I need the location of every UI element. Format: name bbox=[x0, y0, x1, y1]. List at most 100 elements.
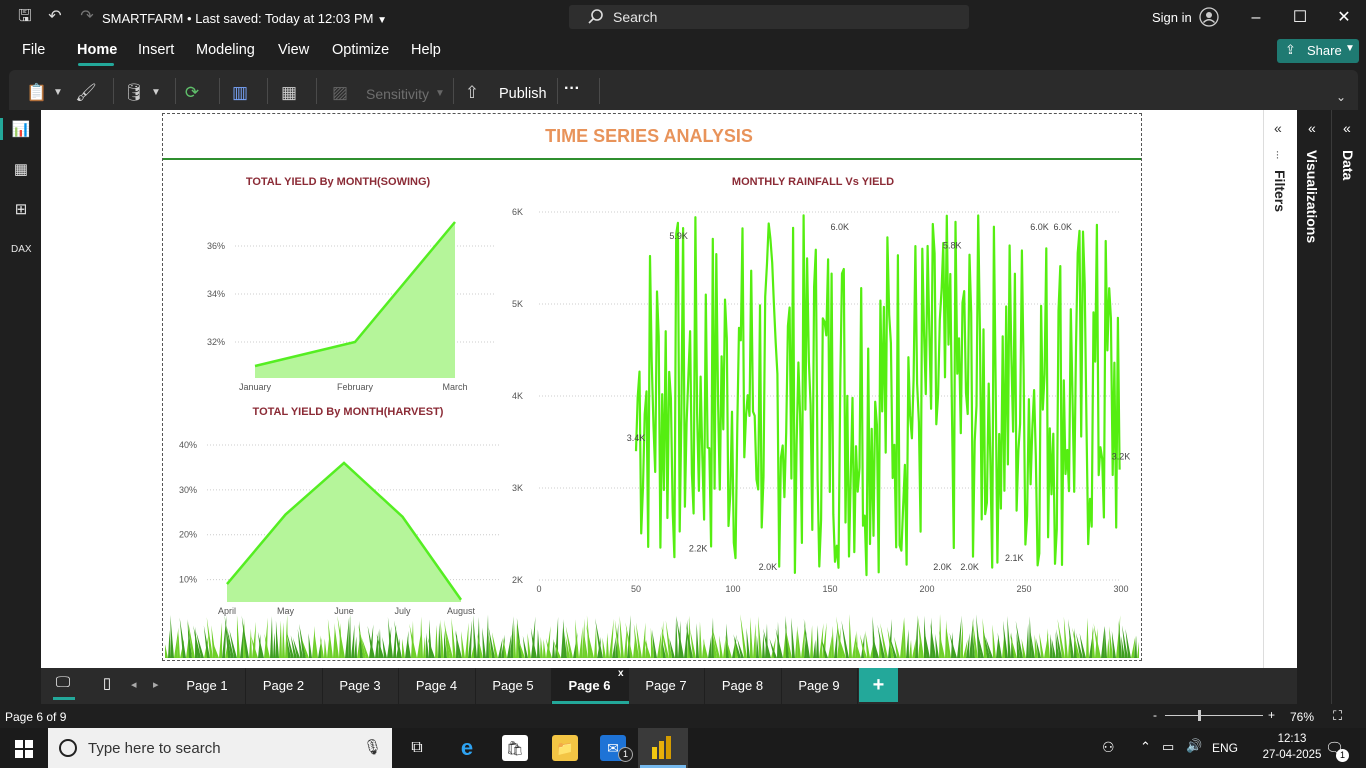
grass-blade bbox=[417, 634, 421, 658]
expand-visualizations-icon[interactable]: « bbox=[1308, 120, 1316, 136]
menu-insert[interactable]: Insert bbox=[138, 42, 174, 58]
search-input[interactable]: Search bbox=[569, 5, 969, 29]
zoom-slider-thumb[interactable] bbox=[1198, 710, 1201, 721]
battery-icon[interactable]: ▭ bbox=[1162, 739, 1174, 755]
document-title[interactable]: SMARTFARM • Last saved: Today at 12:03 P… bbox=[102, 11, 387, 26]
publish-icon[interactable]: ⇧ bbox=[461, 82, 483, 104]
previous-page-icon[interactable]: ◂ bbox=[131, 678, 137, 691]
format-painter-icon[interactable]: 🖌 bbox=[75, 82, 97, 104]
page-tab-4[interactable]: Page 4 bbox=[399, 668, 476, 704]
page-tab-2[interactable]: Page 2 bbox=[246, 668, 323, 704]
publish-button[interactable]: Publish bbox=[499, 86, 547, 102]
redo-icon[interactable]: ↷ bbox=[78, 8, 96, 26]
desktop-layout-icon[interactable]: 🖵 bbox=[51, 674, 75, 696]
fit-to-page-icon[interactable]: ⛶ bbox=[1333, 708, 1342, 724]
menu-file[interactable]: File bbox=[22, 42, 45, 58]
grass-blade bbox=[486, 614, 489, 658]
next-page-icon[interactable]: ▸ bbox=[153, 678, 159, 691]
page-tab-3[interactable]: Page 3 bbox=[322, 668, 399, 704]
data-label: Data bbox=[1340, 150, 1356, 181]
new-measure-icon[interactable]: ▦ bbox=[278, 82, 300, 104]
rainfall-xtick-label: 200 bbox=[919, 584, 934, 594]
add-page-button[interactable]: + bbox=[859, 668, 898, 702]
grass-blade bbox=[816, 625, 819, 658]
page-tab-8[interactable]: Page 8 bbox=[705, 668, 782, 704]
refresh-icon[interactable]: ⟳ bbox=[181, 82, 203, 104]
zoom-out-button[interactable]: - bbox=[1153, 708, 1157, 722]
undo-icon[interactable]: ↶ bbox=[46, 8, 64, 26]
share-icon: ⇪ bbox=[1285, 42, 1296, 57]
grass-blade bbox=[402, 638, 405, 658]
volume-icon[interactable]: 🔊 bbox=[1186, 738, 1202, 754]
chevron-down-icon: ▼ bbox=[1345, 43, 1355, 54]
share-button[interactable]: ⇪ Share ▼ bbox=[1277, 39, 1359, 63]
grass-blade bbox=[543, 639, 546, 658]
microphone-icon[interactable]: 🎙 bbox=[363, 738, 382, 756]
more-options-button[interactable]: ··· bbox=[564, 80, 580, 98]
grass-blade bbox=[219, 622, 223, 658]
grass-decoration bbox=[165, 614, 1139, 658]
mobile-layout-icon[interactable]: ▯ bbox=[98, 674, 116, 696]
grass-blade bbox=[594, 626, 597, 658]
grass-blade bbox=[1029, 616, 1032, 658]
dax-query-view-icon[interactable]: DAX bbox=[11, 240, 32, 260]
page-tab-5[interactable]: Page 5 bbox=[475, 668, 552, 704]
page-tab-1[interactable]: Page 1 bbox=[169, 668, 246, 704]
close-button[interactable]: ✕ bbox=[1334, 8, 1354, 28]
expand-data-icon[interactable]: « bbox=[1343, 120, 1351, 136]
zoom-slider[interactable] bbox=[1165, 715, 1263, 716]
file-name: SMARTFARM bbox=[102, 11, 184, 26]
report-view-icon[interactable]: 📊 bbox=[11, 120, 31, 140]
page-tab-9[interactable]: Page 9 bbox=[781, 668, 858, 704]
menu-home[interactable]: Home bbox=[77, 42, 117, 58]
visualizations-pane[interactable]: « Visualizations bbox=[1297, 110, 1331, 704]
grass-blade bbox=[791, 617, 795, 658]
filters-pane[interactable]: « ⫶ Filters bbox=[1263, 110, 1297, 668]
sowing-xtick-label: January bbox=[239, 382, 272, 392]
grass-blade bbox=[675, 615, 678, 658]
grass-blade bbox=[992, 624, 996, 658]
clock[interactable]: 12:13 27-04-2025 bbox=[1262, 731, 1322, 763]
menu-view[interactable]: View bbox=[278, 42, 309, 58]
sowing-ytick-label: 32% bbox=[207, 337, 225, 347]
table-view-icon[interactable]: ▦ bbox=[11, 160, 31, 180]
collapse-ribbon-icon[interactable]: ⌄ bbox=[1336, 90, 1346, 104]
title-bar: 🖫 ↶ ↷ SMARTFARM • Last saved: Today at 1… bbox=[0, 0, 1366, 36]
data-pane[interactable]: « Data bbox=[1331, 110, 1366, 704]
maximize-button[interactable]: ☐ bbox=[1290, 8, 1310, 28]
get-data-icon[interactable]: 🛢 bbox=[123, 82, 145, 104]
model-view-icon[interactable]: ⊞ bbox=[11, 200, 31, 220]
language-indicator[interactable]: ENG bbox=[1212, 741, 1238, 755]
minimize-button[interactable]: – bbox=[1246, 8, 1266, 28]
save-icon[interactable]: 🖫 bbox=[16, 8, 34, 26]
rainfall-xtick-label: 100 bbox=[725, 584, 740, 594]
harvest-ytick-label: 20% bbox=[179, 530, 197, 540]
account-icon[interactable] bbox=[1199, 7, 1219, 27]
people-icon[interactable]: ⚇ bbox=[1102, 739, 1115, 756]
sign-in-link[interactable]: Sign in bbox=[1152, 10, 1192, 25]
expand-filters-icon[interactable]: « bbox=[1274, 120, 1282, 136]
zoom-in-button[interactable]: + bbox=[1268, 708, 1275, 722]
new-visual-icon[interactable]: ▥ bbox=[229, 82, 251, 104]
active-view-indicator bbox=[0, 118, 3, 140]
show-hidden-icons[interactable]: ⌃ bbox=[1140, 739, 1151, 755]
edge-browser-icon[interactable]: e bbox=[454, 735, 480, 761]
chevron-down-icon[interactable]: ▼ bbox=[47, 82, 69, 104]
grass-blade bbox=[602, 637, 606, 658]
close-page-tab-button[interactable]: x bbox=[618, 656, 624, 692]
grass-blade bbox=[887, 626, 894, 658]
grass-blade bbox=[354, 636, 357, 658]
taskbar-search-input[interactable]: Type here to search 🎙 bbox=[48, 728, 392, 768]
file-explorer-icon[interactable]: 📁 bbox=[552, 735, 578, 761]
menu-modeling[interactable]: Modeling bbox=[196, 42, 255, 58]
grass-blade bbox=[179, 617, 186, 658]
chevron-down-icon[interactable]: ▼ bbox=[145, 82, 167, 104]
paste-icon[interactable]: 📋 bbox=[26, 82, 48, 104]
menu-optimize[interactable]: Optimize bbox=[332, 42, 389, 58]
page-tab-6[interactable]: Page 6x bbox=[551, 668, 629, 704]
menu-help[interactable]: Help bbox=[411, 42, 441, 58]
windows-start-icon[interactable] bbox=[15, 740, 33, 758]
page-tab-7[interactable]: Page 7 bbox=[628, 668, 705, 704]
task-view-icon[interactable]: ⧉ bbox=[404, 735, 430, 761]
store-icon[interactable]: 🛍 bbox=[502, 735, 528, 761]
